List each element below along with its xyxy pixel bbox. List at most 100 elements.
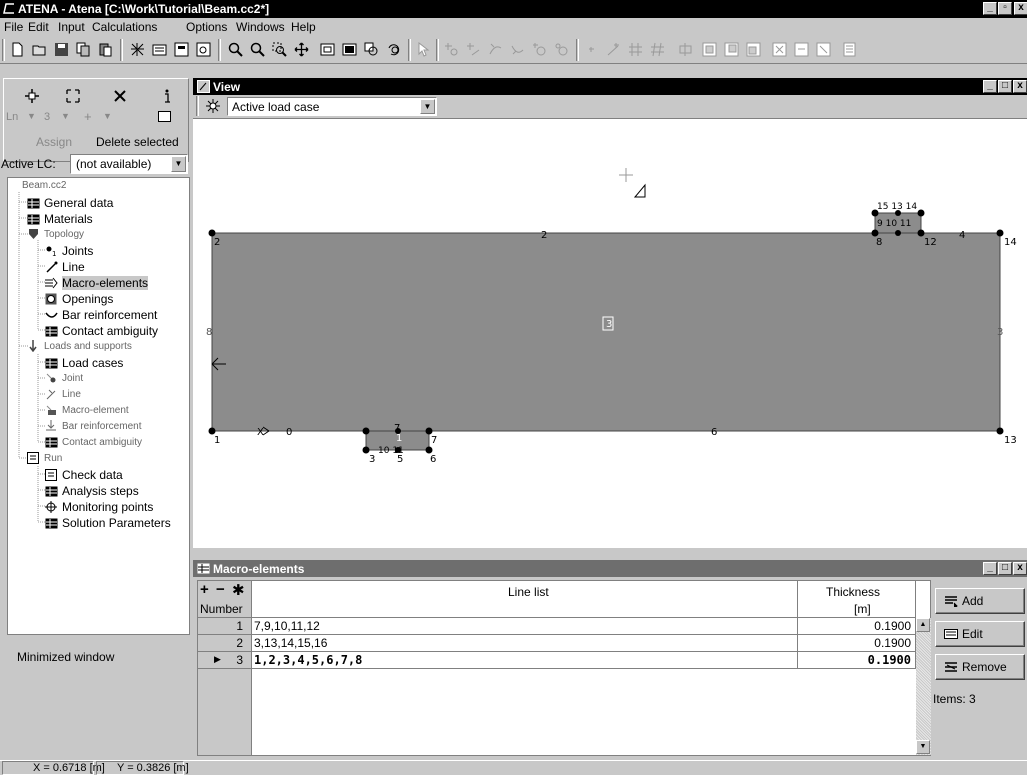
tree-item-run[interactable]: Run <box>26 452 62 464</box>
copy-icon[interactable] <box>74 40 93 59</box>
tree-item-load-joint[interactable]: Joint <box>44 372 83 384</box>
ln-dropdown-arrow-icon[interactable]: ▼ <box>27 111 36 121</box>
tree-item-loads-supports[interactable]: Loads and supports <box>26 340 132 352</box>
table-row-selected[interactable]: 1,2,3,4,5,6,7,8 <box>252 652 798 669</box>
tree-item-contact-ambiguity[interactable]: Contact ambiguity <box>44 324 158 338</box>
macro-minimize-button[interactable]: _ <box>983 562 997 575</box>
menu-help[interactable]: Help <box>291 20 316 34</box>
minimized-window-label[interactable]: Minimized window <box>17 650 114 664</box>
table-row[interactable]: 3,13,14,15,16 <box>252 635 798 652</box>
table-scrollbar[interactable]: ▲ ▼ <box>916 618 931 755</box>
tree-item-load-contact[interactable]: Contact ambiguity <box>44 436 142 448</box>
report-icon[interactable] <box>840 40 859 59</box>
point-icon[interactable] <box>582 40 601 59</box>
tree-item-solution-parameters[interactable]: Solution Parameters <box>44 516 171 530</box>
add-line-icon[interactable] <box>464 40 483 59</box>
minimize-button[interactable]: _ <box>983 2 997 15</box>
box-icon-3[interactable] <box>744 40 763 59</box>
menu-options[interactable]: Options <box>186 20 227 34</box>
add-arc2-icon[interactable] <box>508 40 527 59</box>
view-mode2-icon[interactable] <box>194 40 213 59</box>
macro-close-button[interactable]: x <box>1013 562 1027 575</box>
plus-dropdown-arrow-icon[interactable]: ▼ <box>103 111 112 121</box>
menu-input[interactable]: Input <box>58 20 85 34</box>
tree-item-load-cases[interactable]: Load cases <box>44 356 123 370</box>
maximize-button[interactable]: ▫ <box>998 2 1012 15</box>
tree-item-openings[interactable]: Openings <box>44 292 113 306</box>
row-header[interactable]: 2 <box>198 635 252 652</box>
assign-button[interactable]: Assign <box>36 135 72 149</box>
zoom-in-icon[interactable] <box>226 40 245 59</box>
rotate-view-icon[interactable] <box>384 40 403 59</box>
add-circle-icon[interactable] <box>530 40 549 59</box>
tree-item-macro-elements[interactable]: Macro-elements <box>44 276 149 290</box>
asterisk-icon[interactable]: ✱ <box>232 581 245 599</box>
load-case-select[interactable]: Active load case ▼ <box>227 97 437 116</box>
split-icon[interactable] <box>676 40 695 59</box>
model-canvas[interactable]: X 2 1 14 13 2 4 6 8 12 15 13 14 9 10 11 … <box>193 120 1027 548</box>
active-lc-select[interactable]: (not available) ▼ <box>70 154 188 174</box>
ln-dropdown2-arrow-icon[interactable]: ▼ <box>61 111 70 121</box>
paste-icon[interactable] <box>96 40 115 59</box>
table-cell-thickness[interactable]: 0.1900 <box>798 652 916 669</box>
scroll-up-icon[interactable]: ▲ <box>916 618 930 632</box>
tree-item-check-data[interactable]: Check data <box>44 468 123 482</box>
open-folder-icon[interactable] <box>30 40 49 59</box>
select-arrow-icon[interactable] <box>414 40 433 59</box>
close-button[interactable]: x <box>1014 2 1027 15</box>
tree-item-materials[interactable]: Materials <box>26 212 93 226</box>
edit-button[interactable]: Edit <box>935 621 1025 647</box>
row-header[interactable]: 1 <box>198 618 252 635</box>
table-row[interactable]: 7,9,10,11,12 <box>252 618 798 635</box>
add-icon[interactable] <box>24 88 40 107</box>
delete-icon[interactable] <box>112 88 128 107</box>
menu-windows[interactable]: Windows <box>236 20 285 34</box>
view-maximize-button[interactable]: □ <box>998 80 1012 93</box>
tree-item-joints[interactable]: 1 Joints <box>44 244 93 258</box>
tree-item-load-line[interactable]: Line <box>44 388 81 400</box>
col-thickness-header-cell[interactable]: Thickness [m] <box>798 581 916 618</box>
pan-icon[interactable] <box>292 40 311 59</box>
info-icon[interactable] <box>161 88 173 107</box>
add-row-icon[interactable]: + <box>200 581 209 598</box>
box-icon-6[interactable] <box>814 40 833 59</box>
menu-edit[interactable]: Edit <box>28 20 49 34</box>
box-icon-5[interactable] <box>792 40 811 59</box>
save-icon[interactable] <box>52 40 71 59</box>
menu-file[interactable]: File <box>4 20 23 34</box>
table-cell-thickness[interactable]: 0.1900 <box>798 635 916 652</box>
tree-item-analysis-steps[interactable]: Analysis steps <box>44 484 139 498</box>
box-icon-1[interactable] <box>700 40 719 59</box>
delete-selected-button[interactable]: Delete selected <box>96 135 179 149</box>
tree-item-beam[interactable]: Beam.cc2 <box>22 180 66 191</box>
zoom-window-icon[interactable] <box>270 40 289 59</box>
grid2-icon[interactable] <box>648 40 667 59</box>
beam-model-drawing[interactable]: X 2 1 14 13 2 4 6 8 12 15 13 14 9 10 11 … <box>193 120 1027 548</box>
add-joint-icon[interactable] <box>442 40 461 59</box>
grid-icon[interactable] <box>626 40 645 59</box>
view-close-button[interactable]: x <box>1013 80 1027 93</box>
chevron-down-icon[interactable]: ▼ <box>171 156 186 172</box>
view-minimize-button[interactable]: _ <box>983 80 997 93</box>
tree-item-topology[interactable]: Topology <box>26 228 84 240</box>
fit-view-icon[interactable] <box>318 40 337 59</box>
fit-all-icon[interactable] <box>340 40 359 59</box>
row-header-selected[interactable]: ▶ 3 <box>198 652 252 669</box>
col-lines-header-cell[interactable]: Line list <box>252 581 798 618</box>
tree-item-line[interactable]: Line <box>44 260 85 274</box>
zoom-prev-icon[interactable] <box>362 40 381 59</box>
macro-maximize-button[interactable]: □ <box>998 562 1012 575</box>
mesh-icon[interactable] <box>128 40 147 59</box>
table-cell-thickness[interactable]: 0.1900 <box>798 618 916 635</box>
remove-button[interactable]: Remove <box>935 654 1025 680</box>
chevron-down-icon[interactable]: ▼ <box>420 99 435 114</box>
box-icon-2[interactable] <box>722 40 741 59</box>
point-line-icon[interactable] <box>604 40 623 59</box>
tree-item-load-macro[interactable]: Macro-element <box>44 404 129 416</box>
add-circle2-icon[interactable] <box>552 40 571 59</box>
tree-item-monitoring-points[interactable]: Monitoring points <box>44 500 153 514</box>
macro-element-3[interactable] <box>211 232 1001 432</box>
zoom-out-icon[interactable] <box>248 40 267 59</box>
tree-item-load-bar[interactable]: Bar reinforcement <box>44 420 141 432</box>
plus-icon[interactable]: + <box>84 109 92 124</box>
